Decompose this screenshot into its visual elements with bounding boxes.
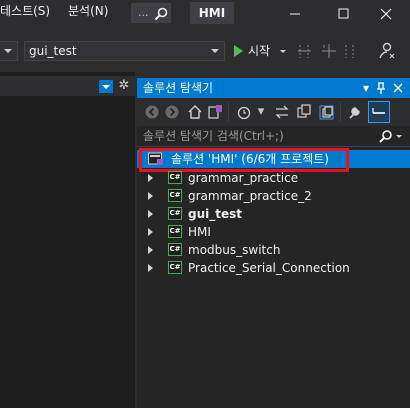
project-node[interactable]: C# grammar_practice_2: [137, 187, 410, 205]
sync-with-document-icon[interactable]: [273, 103, 291, 121]
maximize-button[interactable]: [320, 0, 366, 28]
close-icon: [380, 8, 392, 20]
app-title: HMI: [190, 2, 234, 24]
startup-project-value: gui_test: [29, 44, 77, 58]
gear-icon[interactable]: ✲: [117, 79, 131, 93]
expand-arrow-icon[interactable]: [148, 228, 153, 236]
search-hint: ...: [138, 6, 149, 19]
configuration-combo[interactable]: [0, 41, 18, 61]
project-node[interactable]: C# Practice_Serial_Connection: [137, 259, 410, 277]
minimize-icon: [290, 13, 300, 15]
collapse-all-icon[interactable]: [318, 103, 336, 121]
project-node-startup[interactable]: C# gui_test: [137, 205, 410, 223]
chevron-down-icon: [280, 50, 286, 53]
project-node[interactable]: C# modbus_switch: [137, 241, 410, 259]
project-node[interactable]: C# HMI: [137, 223, 410, 241]
pin-icon[interactable]: [373, 80, 389, 96]
expand-arrow-icon[interactable]: [148, 192, 153, 200]
refresh-icon[interactable]: [295, 103, 313, 121]
live-share-icon[interactable]: [376, 41, 396, 61]
solution-explorer-title: 솔루션 탐색기: [143, 81, 214, 95]
close-button[interactable]: [368, 0, 410, 28]
csharp-project-icon: C#: [168, 171, 182, 184]
quick-launch-search[interactable]: ...: [131, 3, 171, 23]
toolbar-overflow-icon[interactable]: [341, 42, 359, 60]
expand-arrow-icon[interactable]: [148, 174, 153, 182]
startup-project-combo[interactable]: gui_test: [24, 41, 225, 61]
project-label: grammar_practice_2: [188, 189, 312, 203]
step-into-icon[interactable]: [296, 42, 314, 60]
search-icon: [154, 7, 168, 21]
chevron-down-icon: [211, 49, 219, 53]
chevron-down-icon[interactable]: ▾: [358, 80, 374, 96]
start-label: 시작: [248, 44, 271, 58]
project-label: Practice_Serial_Connection: [188, 261, 350, 275]
preview-selected-items-button[interactable]: [368, 101, 390, 123]
back-icon[interactable]: [143, 103, 161, 121]
properties-wrench-icon[interactable]: [346, 103, 364, 121]
chevron-down-icon: [4, 49, 12, 53]
project-label: gui_test: [188, 207, 242, 221]
preview-icon: [372, 108, 385, 114]
hot-reload-icon[interactable]: [320, 42, 338, 60]
menu-analyze[interactable]: 분석(N): [68, 0, 108, 26]
search-icon[interactable]: [378, 129, 393, 144]
csharp-project-icon: C#: [168, 261, 182, 274]
tab-list-dropdown-button[interactable]: [99, 80, 113, 93]
home-icon[interactable]: [186, 103, 204, 121]
forward-icon[interactable]: [163, 103, 181, 121]
minimize-button[interactable]: [272, 0, 318, 28]
switch-views-icon[interactable]: [206, 103, 224, 121]
csharp-project-icon: C#: [168, 225, 182, 238]
project-label: modbus_switch: [188, 243, 281, 257]
maximize-icon: [338, 8, 349, 19]
project-label: HMI: [188, 225, 211, 239]
toolbar-separator: [340, 102, 341, 122]
expand-arrow-icon[interactable]: [148, 246, 153, 254]
csharp-project-icon: C#: [168, 189, 182, 202]
project-node[interactable]: C# grammar_practice: [137, 169, 410, 187]
play-icon: [234, 45, 243, 57]
chevron-down-icon[interactable]: [396, 135, 402, 138]
menu-test[interactable]: 테스트(S): [0, 0, 50, 26]
chevron-down-icon[interactable]: ▾: [252, 103, 270, 121]
csharp-project-icon: C#: [168, 207, 182, 220]
editor-tab-well: [0, 76, 135, 96]
csharp-project-icon: C#: [168, 243, 182, 256]
expand-arrow-icon[interactable]: [148, 210, 153, 218]
expand-arrow-icon[interactable]: [148, 264, 153, 272]
pending-changes-filter-icon[interactable]: [235, 103, 253, 121]
editor-area: [0, 72, 135, 408]
project-label: grammar_practice: [188, 171, 299, 185]
search-placeholder[interactable]: 솔루션 탐색기 검색(Ctrl+;): [143, 127, 284, 146]
close-icon[interactable]: [390, 80, 406, 96]
toolbar-separator: [228, 102, 229, 122]
